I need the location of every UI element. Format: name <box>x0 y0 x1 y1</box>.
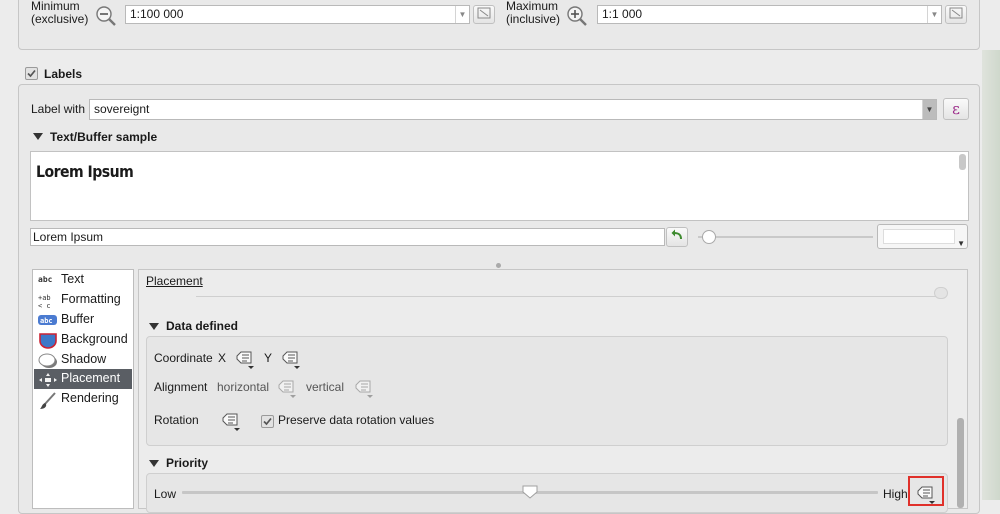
sidebar-item-background[interactable]: Background <box>34 330 132 350</box>
labels-checkbox[interactable] <box>25 67 38 80</box>
preview-size-slider[interactable] <box>698 229 873 245</box>
maximum-scale-combo[interactable]: 1:1 000 ▼ <box>597 5 942 24</box>
labels-checkbox-label: Labels <box>44 67 83 81</box>
set-current-scale-min-button[interactable] <box>473 5 495 24</box>
sidebar-item-label: Text <box>61 272 84 286</box>
chevron-down-icon: ▼ <box>922 100 936 119</box>
sidebar-item-shadow[interactable]: Shadow <box>34 350 132 370</box>
label-field-combo[interactable]: sovereignt ▼ <box>89 99 937 120</box>
panel-scroll-knob[interactable] <box>934 287 948 299</box>
formatting-icon: +ab < c <box>38 293 58 310</box>
data-defined-vertical-icon[interactable] <box>353 378 375 398</box>
coordinate-x-label: X <box>218 351 227 365</box>
coordinate-label: Coordinate <box>154 351 213 365</box>
priority-low-label: Low <box>154 487 177 501</box>
buffer-icon: abc <box>38 313 58 327</box>
sidebar-item-label: Shadow <box>61 352 107 366</box>
horizontal-label: horizontal <box>217 380 270 394</box>
placement-divider <box>196 296 946 297</box>
checkmark-icon <box>27 69 36 78</box>
slider-handle[interactable] <box>522 485 538 499</box>
data-defined-y-icon[interactable] <box>280 349 302 369</box>
set-current-scale-max-button[interactable] <box>945 5 967 24</box>
text-abc-icon: abc <box>38 275 53 284</box>
collapse-triangle-icon[interactable] <box>149 323 159 330</box>
label-with-label: Label with <box>31 102 86 116</box>
alignment-label: Alignment <box>154 380 208 394</box>
map-canvas-edge <box>982 50 1000 500</box>
sidebar-item-label: Background <box>61 332 128 346</box>
collapse-triangle-icon[interactable] <box>149 460 159 467</box>
reset-sample-button[interactable] <box>666 227 688 247</box>
epsilon-icon: ε <box>952 100 960 118</box>
sidebar-item-buffer[interactable]: abc Buffer <box>34 310 132 330</box>
text-preview-area: Lorem Ipsum <box>30 151 969 221</box>
sidebar-item-rendering[interactable]: Rendering <box>34 389 132 409</box>
shadow-icon <box>38 353 58 368</box>
slider-handle[interactable] <box>702 230 716 244</box>
text-buffer-sample-header[interactable]: Text/Buffer sample <box>50 130 157 144</box>
maximum-scale-value: 1:1 000 <box>602 7 643 21</box>
placement-icon <box>38 372 58 387</box>
svg-text:+ab: +ab <box>38 294 51 302</box>
checkmark-icon <box>263 417 272 426</box>
preserve-rotation-label: Preserve data rotation values <box>278 413 435 427</box>
sidebar-item-label: Formatting <box>61 292 121 306</box>
chevron-down-icon: ▼ <box>957 239 965 248</box>
sample-text-value: Lorem Ipsum <box>33 230 104 244</box>
vertical-label: vertical <box>306 380 345 394</box>
svg-text:< c: < c <box>38 302 51 309</box>
map-scale-icon <box>949 7 963 19</box>
coordinate-y-label: Y <box>264 351 273 365</box>
map-scale-icon <box>477 7 491 19</box>
preserve-rotation-checkbox[interactable] <box>261 415 274 428</box>
maximum-scale-label: Maximum (inclusive) <box>506 0 561 26</box>
minimum-scale-combo[interactable]: 1:100 000 ▼ <box>125 5 470 24</box>
minimum-scale-label: Minimum (exclusive) <box>31 0 89 26</box>
sidebar-item-formatting[interactable]: +ab < c Formatting <box>34 290 132 310</box>
priority-high-label: High <box>883 487 908 501</box>
priority-slider[interactable] <box>182 485 878 501</box>
splitter-handle[interactable] <box>496 263 501 268</box>
sidebar-item-label: Rendering <box>61 391 119 405</box>
expression-button[interactable]: ε <box>943 98 969 120</box>
data-defined-x-icon[interactable] <box>234 349 256 369</box>
priority-header[interactable]: Priority <box>166 456 208 470</box>
chevron-down-icon: ▼ <box>455 6 469 23</box>
label-field-value: sovereignt <box>94 102 150 116</box>
data-defined-priority-icon[interactable] <box>915 484 937 504</box>
rotation-label: Rotation <box>154 413 199 427</box>
zoom-out-icon <box>95 5 117 27</box>
brush-icon <box>38 392 58 409</box>
preview-text: Lorem Ipsum <box>36 162 134 181</box>
sidebar-item-label: Buffer <box>61 312 95 326</box>
data-defined-rotation-icon[interactable] <box>220 411 242 431</box>
preview-scrollbar[interactable] <box>959 154 966 170</box>
chevron-down-icon: ▼ <box>927 6 941 23</box>
sidebar-item-text[interactable]: abc Text <box>34 270 132 290</box>
minimum-scale-value: 1:100 000 <box>130 7 184 21</box>
sidebar-item-label: Placement <box>61 371 121 385</box>
undo-icon <box>671 229 682 240</box>
data-defined-header[interactable]: Data defined <box>166 319 238 333</box>
zoom-in-icon <box>566 5 588 27</box>
sample-text-input[interactable]: Lorem Ipsum <box>30 228 665 246</box>
panel-scrollbar[interactable] <box>957 418 964 508</box>
background-shield-icon <box>38 333 58 349</box>
placement-title: Placement <box>146 274 203 288</box>
preview-background-color-button[interactable]: ▼ <box>877 224 968 249</box>
data-defined-horizontal-icon[interactable] <box>276 378 298 398</box>
svg-text:abc: abc <box>40 317 53 325</box>
sidebar-item-placement[interactable]: Placement <box>34 369 132 389</box>
collapse-triangle-icon[interactable] <box>33 133 43 140</box>
